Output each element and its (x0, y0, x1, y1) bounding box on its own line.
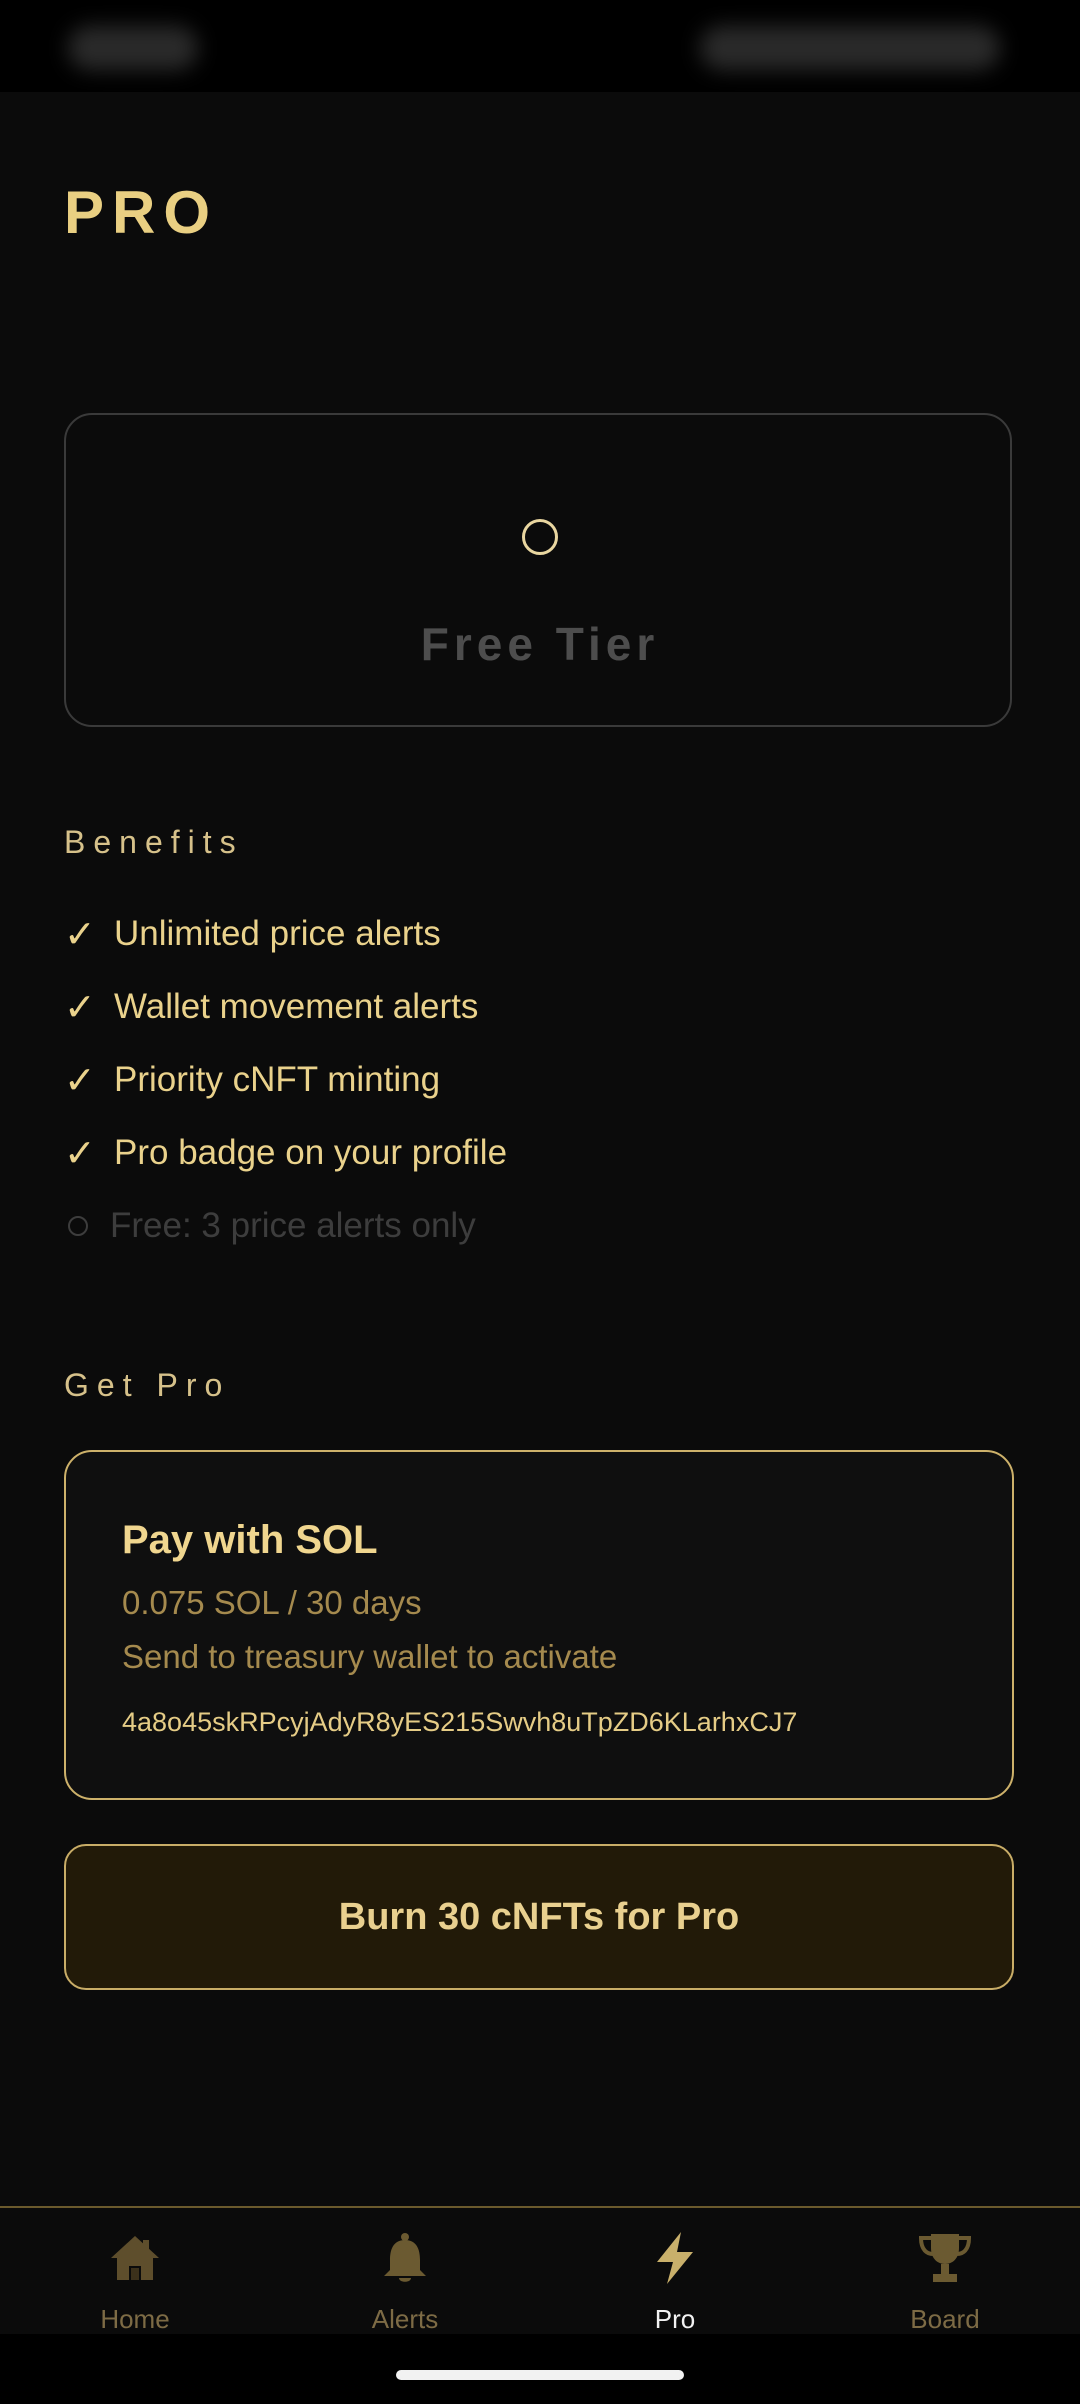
tier-status-card: Free Tier (64, 413, 1012, 727)
nav-label-home: Home (100, 2304, 170, 2334)
checkmark-icon: ✓ (64, 1059, 96, 1102)
treasury-wallet-address[interactable]: 4a8o45skRPcyjAdyR8yES215Swvh8uTpZD6KLarh… (122, 1707, 797, 1738)
benefit-item: ✓ Pro badge on your profile (64, 1125, 507, 1181)
sol-card-description: Send to treasury wallet to activate (122, 1638, 618, 1675)
benefit-label: Wallet movement alerts (114, 987, 479, 1026)
nav-label-pro: Pro (654, 2304, 696, 2334)
nav-item-pro[interactable]: Pro (540, 2208, 810, 2336)
nav-item-alerts[interactable]: Alerts (270, 2208, 540, 2336)
burn-cnfts-button[interactable]: Burn 30 cNFTs for Pro (64, 1844, 1014, 1990)
checkmark-icon: ✓ (64, 913, 96, 956)
status-bar-time-redacted (68, 26, 198, 70)
circle-bullet-icon (68, 1216, 88, 1236)
trophy-icon (918, 2234, 972, 2282)
page-title: PRO (64, 179, 219, 246)
benefit-item: ✓ Priority cNFT minting (64, 1052, 440, 1108)
circle-icon (522, 519, 558, 555)
home-indicator[interactable] (396, 2370, 684, 2380)
nav-label-alerts: Alerts (371, 2304, 439, 2334)
get-pro-heading: Get Pro (64, 1367, 231, 1403)
bell-icon (384, 2233, 426, 2282)
benefit-label: Unlimited price alerts (114, 914, 441, 953)
status-bar-indicators-redacted (700, 26, 1000, 70)
nav-item-board[interactable]: Board (810, 2208, 1080, 2336)
benefit-label: Priority cNFT minting (114, 1060, 441, 1099)
nav-label-board: Board (910, 2304, 980, 2334)
home-icon (111, 2236, 159, 2280)
sol-card-title: Pay with SOL (122, 1518, 378, 1562)
benefit-item: ✓ Unlimited price alerts (64, 906, 441, 962)
checkmark-icon: ✓ (64, 986, 96, 1029)
benefit-item: ✓ Wallet movement alerts (64, 979, 478, 1035)
status-bar (0, 0, 1080, 92)
checkmark-icon: ✓ (64, 1132, 96, 1175)
lightning-icon (657, 2232, 693, 2284)
free-tier-note: Free: 3 price alerts only (64, 1198, 476, 1254)
benefit-label: Pro badge on your profile (114, 1133, 508, 1172)
benefits-heading: Benefits (64, 824, 244, 860)
pay-with-sol-card[interactable]: Pay with SOL 0.075 SOL / 30 days Send to… (64, 1450, 1014, 1800)
nav-item-home[interactable]: Home (0, 2208, 270, 2336)
gesture-bar (0, 2334, 1080, 2404)
bottom-nav: Home Alerts Pro Board (0, 2206, 1080, 2336)
free-tier-note-label: Free: 3 price alerts only (110, 1206, 476, 1245)
tier-label: Free Tier (420, 618, 660, 670)
sol-card-price: 0.075 SOL / 30 days (122, 1584, 422, 1621)
